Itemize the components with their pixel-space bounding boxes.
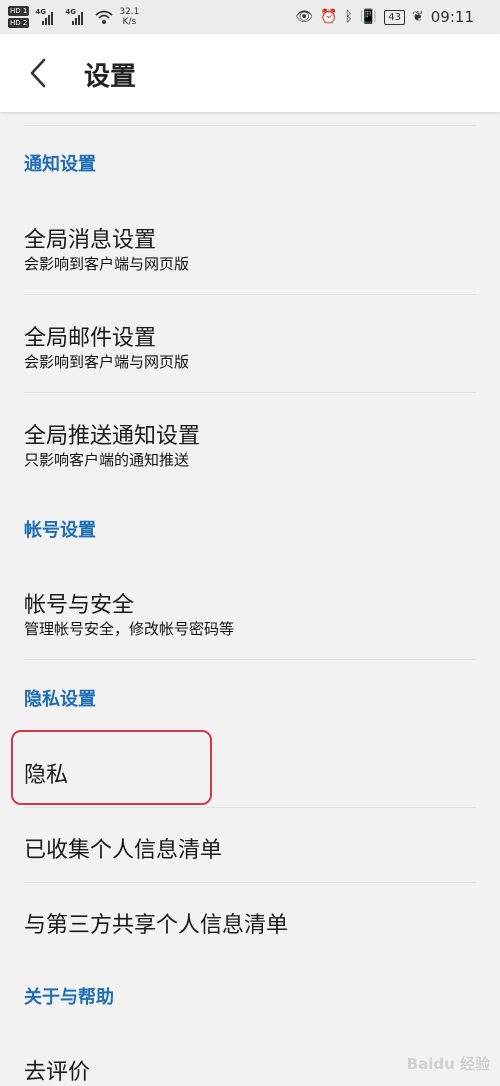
item-subtitle: 管理帐号安全，修改帐号密码等	[24, 620, 235, 638]
list-item-shared-info[interactable]: 与第三方共享个人信息清单	[0, 884, 500, 957]
divider	[24, 294, 476, 295]
section-header-about: 关于与帮助	[24, 987, 114, 1008]
clock: 09:11	[430, 8, 474, 26]
eye-icon: 👁	[295, 9, 314, 25]
signal-icon: 4G	[35, 8, 59, 25]
sim-indicators: HD 1 HD 2	[8, 6, 30, 28]
status-bar: HD 1 HD 2 4G 4G 32.1 K/s 👁 ⏰ ᛒ 📳 43 ❦ 09…	[0, 0, 500, 34]
list-item-global-mail[interactable]: 全局邮件设置 会影响到客户端与网页版	[0, 296, 500, 392]
list-item-global-push[interactable]: 全局推送通知设置 只影响客户端的通知推送	[0, 394, 500, 490]
section-header-privacy: 隐私设置	[24, 689, 96, 710]
divider	[24, 807, 476, 808]
section-header-account: 帐号设置	[24, 520, 96, 541]
item-title: 帐号与安全	[24, 593, 135, 618]
page-title: 设置	[84, 62, 137, 92]
status-right: 👁 ⏰ ᛒ 📳 43 ❦ 09:11	[295, 8, 474, 26]
divider	[24, 125, 476, 126]
chevron-left-icon	[30, 58, 46, 88]
app-header: 设置	[0, 34, 500, 112]
back-button[interactable]	[14, 49, 62, 97]
signal-icon-2: 4G	[65, 8, 89, 25]
alarm-icon: ⏰	[320, 9, 338, 25]
divider	[24, 392, 476, 393]
vibrate-icon: 📳	[359, 9, 378, 25]
divider	[24, 659, 476, 660]
divider	[24, 882, 476, 883]
bluetooth-icon: ᛒ	[344, 9, 353, 25]
status-left: HD 1 HD 2 4G 4G 32.1 K/s	[8, 3, 139, 31]
list-item-global-message[interactable]: 全局消息设置 会影响到客户端与网页版	[0, 198, 500, 294]
sim2-badge: HD 2	[8, 18, 30, 28]
leaf-icon: ❦	[412, 9, 424, 25]
item-subtitle: 会影响到客户端与网页版	[24, 255, 190, 273]
item-title: 全局推送通知设置	[24, 424, 201, 449]
highlight-box	[11, 730, 212, 805]
item-title: 全局邮件设置	[24, 326, 157, 351]
item-title: 与第三方共享个人信息清单	[24, 913, 289, 938]
network-speed: 32.1 K/s	[119, 7, 140, 27]
battery-indicator: 43	[384, 9, 406, 25]
watermark: Baidu 经验	[406, 1055, 490, 1073]
item-title: 去评价	[24, 1060, 91, 1085]
item-subtitle: 只影响客户端的通知推送	[24, 451, 190, 469]
item-title: 全局消息设置	[24, 228, 157, 253]
sim1-badge: HD 1	[8, 6, 30, 16]
item-subtitle: 会影响到客户端与网页版	[24, 353, 190, 371]
item-title: 已收集个人信息清单	[24, 838, 223, 863]
wifi-icon	[95, 10, 113, 24]
list-item-account-security[interactable]: 帐号与安全 管理帐号安全，修改帐号密码等	[0, 563, 500, 659]
list-item-collected-info[interactable]: 已收集个人信息清单	[0, 809, 500, 882]
section-header-notify: 通知设置	[24, 154, 96, 175]
